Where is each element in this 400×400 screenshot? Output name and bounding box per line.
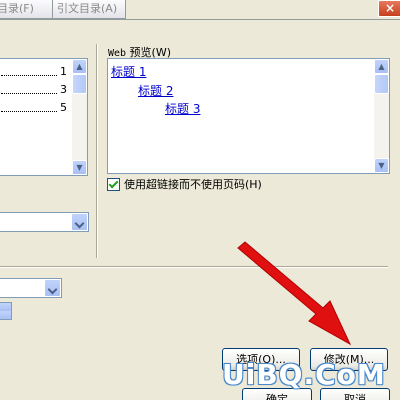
web-preview-scrollbar[interactable]: ▲ ▼ — [374, 59, 389, 173]
tab-table-of-contents[interactable]: 目录(F) — [0, 0, 60, 19]
scroll-down-icon[interactable]: ▼ — [374, 158, 389, 173]
use-hyperlinks-checkbox[interactable] — [107, 177, 120, 191]
chevron-down-icon[interactable] — [71, 213, 88, 231]
web-preview-box: 标题 1 标题 2 标题 3 ▲ ▼ — [107, 58, 390, 174]
print-preview-scrollbar[interactable]: ▲ ▼ — [72, 59, 87, 175]
page-number: 3 — [60, 83, 67, 96]
use-hyperlinks-option[interactable]: 使用超链接而不使用页码(H) — [107, 176, 262, 192]
close-icon: × — [384, 1, 396, 15]
group-divider — [96, 44, 98, 258]
formats-dropdown[interactable] — [0, 278, 62, 298]
heading-1-link[interactable]: 标题 1 — [111, 63, 146, 80]
spin-up-icon[interactable] — [0, 303, 11, 311]
table-of-contents-dialog: 目录(F) 引文目录(A) × 1 3 5 ▲ ▼ Web 预览(W) 标题 1… — [0, 0, 400, 400]
chevron-down-icon[interactable] — [44, 279, 61, 297]
scroll-up-icon[interactable]: ▲ — [374, 59, 389, 74]
print-preview-line: 3 — [1, 83, 67, 97]
scroll-down-icon[interactable]: ▼ — [72, 160, 87, 175]
tab-table-of-authorities[interactable]: 引文目录(A) — [52, 0, 126, 19]
page-number: 1 — [60, 65, 67, 78]
watermark-logo: UiBQ.CoM — [222, 358, 386, 391]
tab-strip: 目录(F) 引文目录(A) × — [0, 0, 400, 22]
heading-3-link[interactable]: 标题 3 — [165, 100, 200, 117]
use-hyperlinks-label: 使用超链接而不使用页码(H) — [124, 178, 262, 191]
show-levels-spinner[interactable] — [0, 302, 12, 320]
page-number: 5 — [60, 101, 67, 114]
tab-leader-dropdown[interactable] — [0, 212, 89, 232]
print-preview-line: 1 — [1, 65, 67, 79]
section-divider — [0, 266, 388, 268]
scroll-up-icon[interactable]: ▲ — [72, 59, 87, 74]
scroll-thumb[interactable] — [72, 74, 87, 94]
print-preview-line: 5 — [1, 101, 67, 115]
spin-down-icon[interactable] — [0, 311, 11, 319]
heading-2-link[interactable]: 标题 2 — [138, 82, 173, 99]
tab-baseline — [0, 19, 400, 20]
scroll-thumb[interactable] — [374, 74, 389, 94]
print-preview-box: 1 3 5 ▲ ▼ — [0, 58, 88, 176]
close-button[interactable]: × — [378, 0, 400, 17]
